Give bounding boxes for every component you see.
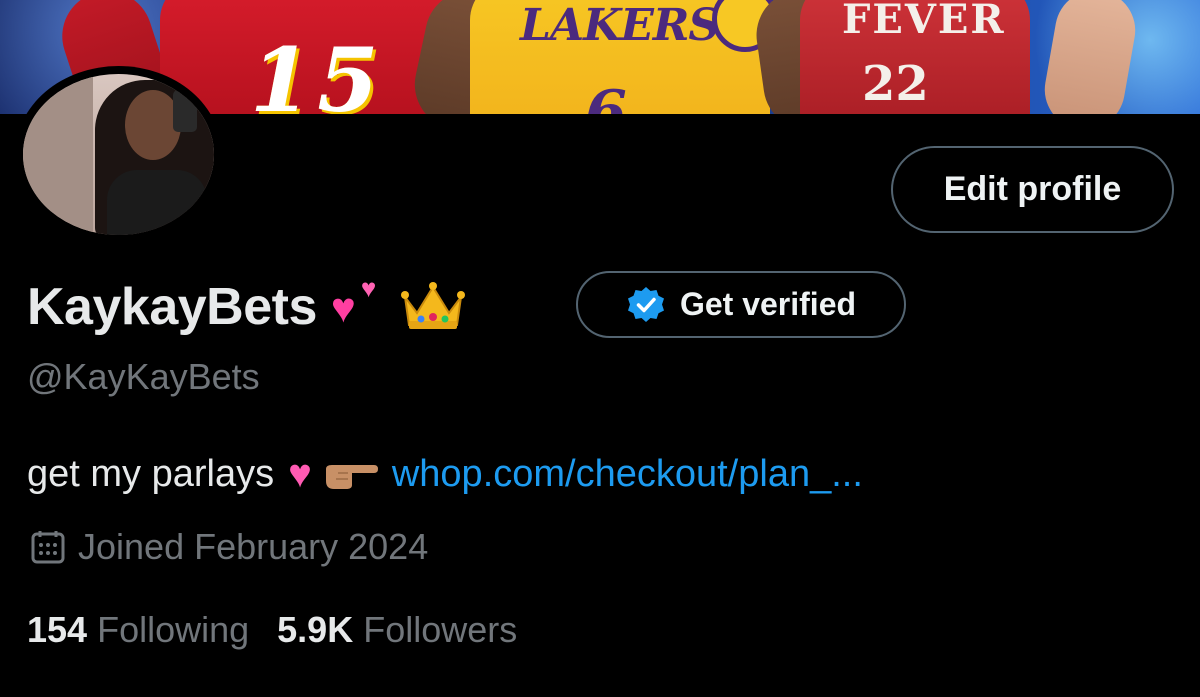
joined-text: Joined February 2024	[78, 526, 429, 567]
jersey-fever-text: FEVER	[842, 0, 1006, 43]
following-count: 154	[27, 609, 88, 650]
profile-bio: get my parlays ♥ whop.com/checkout/plan_…	[27, 446, 863, 502]
crown-icon	[400, 282, 465, 329]
avatar-photo	[23, 74, 214, 235]
calendar-icon	[31, 531, 65, 564]
bio-text: get my parlays	[27, 452, 275, 495]
display-name: KaykayBets	[27, 278, 317, 336]
jersey-number-6: 6	[585, 78, 627, 114]
following-link[interactable]: 154 Following	[27, 609, 249, 651]
follow-stats: 154 Following 5.9K Followers	[27, 605, 545, 655]
get-verified-label: Get verified	[679, 286, 857, 322]
joined-date: Joined February 2024	[30, 524, 428, 570]
sparkling-heart-icon: ♥	[288, 451, 312, 496]
pointing-right-hand-icon	[325, 465, 378, 489]
edit-profile-button[interactable]: Edit profile	[891, 146, 1174, 233]
followers-label: Followers	[363, 609, 518, 650]
jersey-number-22: 22	[862, 56, 929, 112]
profile-page: 15 LAKERS 6 FEVER 22 Edit profile Kaykay…	[0, 0, 1200, 697]
followers-count: 5.9K	[277, 609, 354, 650]
bio-link[interactable]: whop.com/checkout/plan_...	[392, 453, 863, 496]
profile-avatar[interactable]	[15, 66, 222, 243]
user-handle: @KayKayBets	[27, 356, 260, 397]
display-name-row: KaykayBets ♥ ♥	[27, 272, 465, 342]
following-label: Following	[97, 609, 250, 650]
followers-link[interactable]: 5.9K Followers	[277, 609, 517, 651]
verified-badge-icon	[627, 286, 664, 322]
jersey-number-15: 15	[250, 28, 385, 114]
two-hearts-icon: ♥ ♥	[330, 273, 377, 331]
get-verified-button[interactable]: Get verified	[576, 271, 906, 338]
jersey-lakers-text: LAKERS	[520, 0, 720, 51]
